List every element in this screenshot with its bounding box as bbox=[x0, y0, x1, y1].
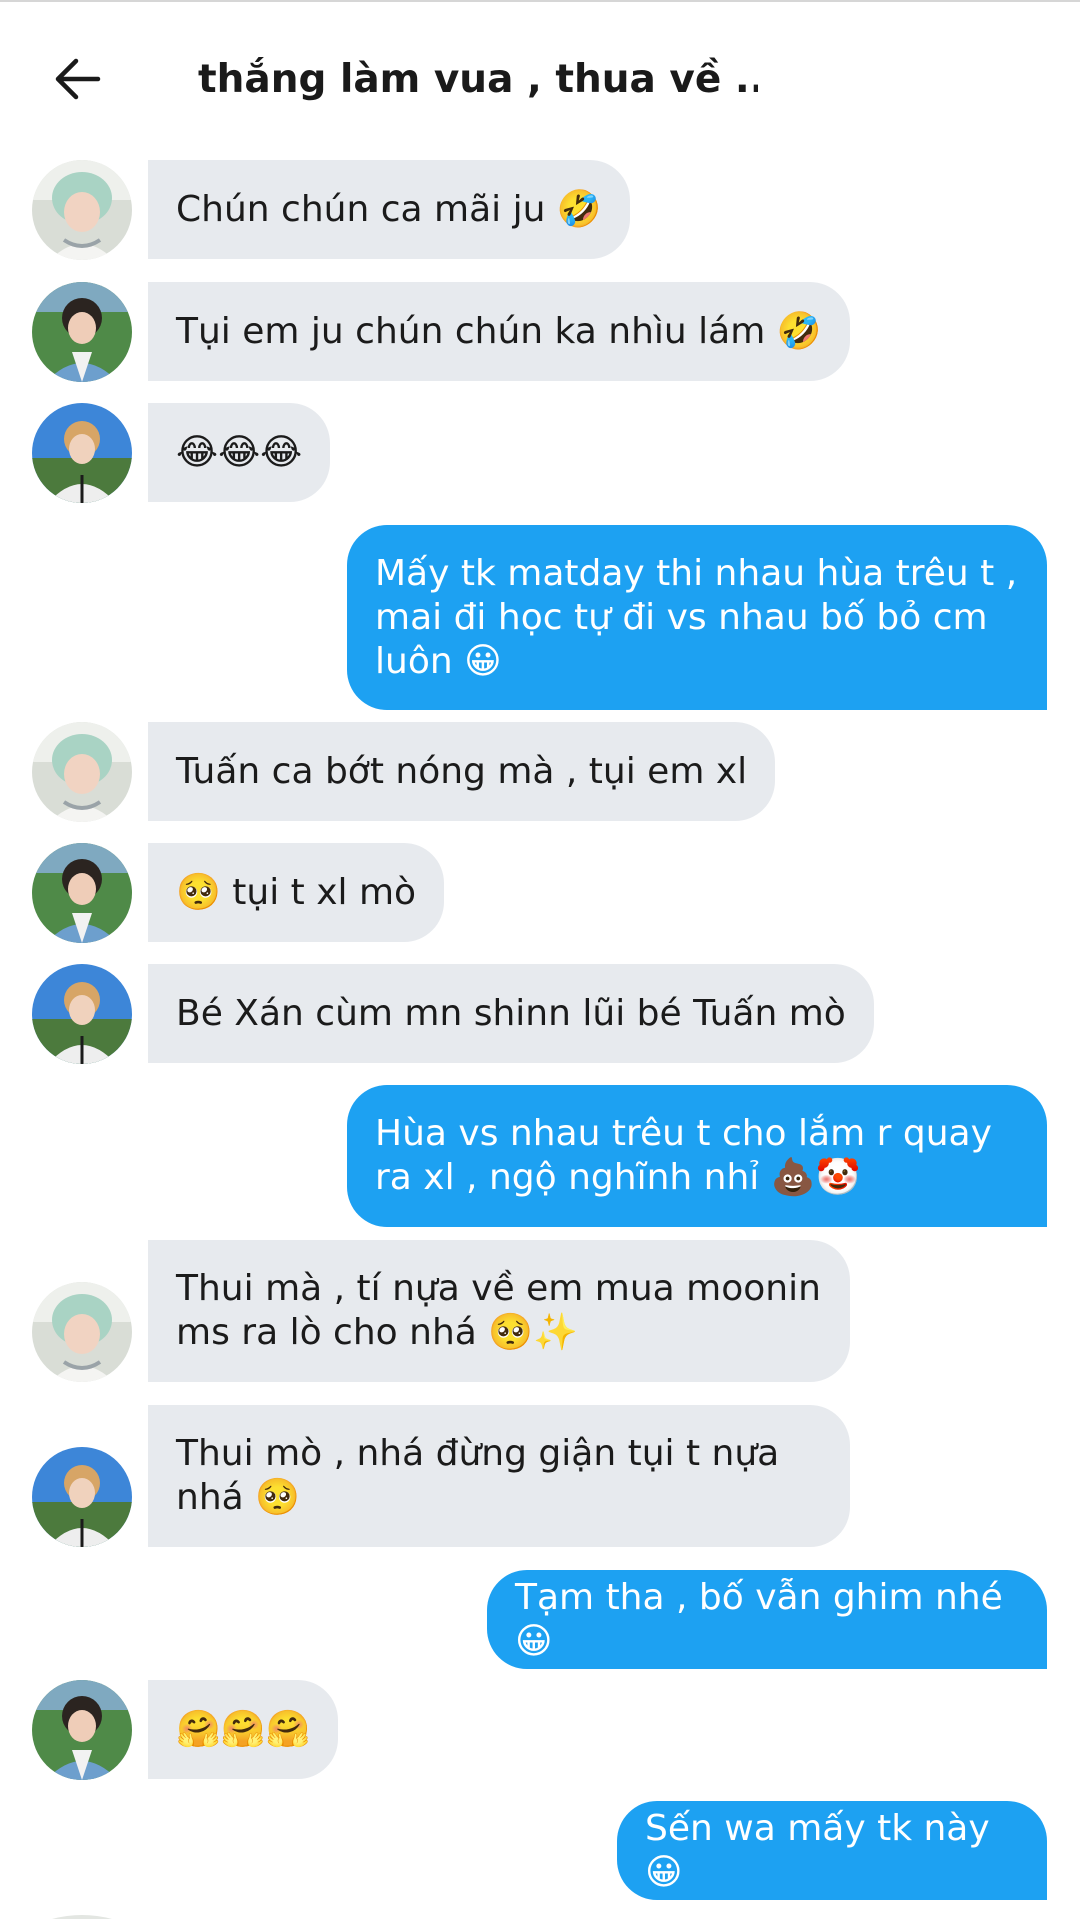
message-list[interactable]: Chún chún ca mãi ju 🤣 Tụi em ju chún chú… bbox=[0, 0, 1080, 1919]
message-bubble[interactable]: Tụi em ju chún chún ka nhìu lám 🤣 bbox=[148, 282, 850, 381]
message-bubble[interactable]: Tuấn ca bớt nóng mà , tụi em xl bbox=[148, 722, 776, 821]
message-text: Thui mò , nhá đừng giận tụi t nựa nhá 🥺 bbox=[176, 1433, 780, 1518]
message-text: Bé Xán cùm mn shinn lũi bé Tuấn mò bbox=[176, 992, 846, 1034]
avatar-denim-jacket-image bbox=[32, 282, 132, 382]
message-bubble-outgoing[interactable]: Tạm tha , bố vẫn ghim nhé 😀 bbox=[487, 1570, 1047, 1669]
message-text: 🥺 tụi t xl mò bbox=[176, 871, 417, 913]
message-text: Thui mà , tí nựa về em mua moonin ms ra … bbox=[176, 1268, 821, 1353]
avatar[interactable] bbox=[32, 282, 132, 382]
message-bubble[interactable]: Bé Xán cùm mn shinn lũi bé Tuấn mò bbox=[148, 964, 874, 1063]
avatar-blue-sky-image bbox=[32, 403, 132, 503]
avatar[interactable] bbox=[32, 403, 132, 503]
message-text: Chún chún ca mãi ju 🤣 bbox=[176, 188, 602, 230]
avatar-partial-image bbox=[52, 1915, 112, 1919]
message-bubble[interactable]: Thui mà , tí nựa về em mua moonin ms ra … bbox=[148, 1240, 850, 1382]
avatar[interactable] bbox=[32, 1680, 132, 1780]
message-text: Hùa vs nhau trêu t cho lắm r quay ra xl … bbox=[375, 1113, 992, 1198]
message-bubble[interactable]: 🤗🤗🤗 bbox=[148, 1680, 339, 1779]
avatar-blue-sky-image bbox=[32, 1447, 132, 1547]
message-bubble-outgoing[interactable]: Mấy tk matday thi nhau hùa trêu t , mai … bbox=[347, 525, 1047, 710]
avatar[interactable] bbox=[32, 1447, 132, 1547]
message-bubble[interactable]: Chún chún ca mãi ju 🤣 bbox=[148, 160, 630, 259]
avatar-mint-hair-image bbox=[32, 722, 132, 822]
message-text: 😂😂😂 bbox=[176, 431, 303, 473]
message-bubble[interactable]: 😂😂😂 bbox=[148, 403, 331, 502]
avatar[interactable] bbox=[32, 1904, 132, 1919]
message-bubble-outgoing[interactable]: Hùa vs nhau trêu t cho lắm r quay ra xl … bbox=[347, 1085, 1047, 1227]
avatar-denim-jacket-image bbox=[32, 1680, 132, 1780]
avatar[interactable] bbox=[32, 722, 132, 822]
avatar[interactable] bbox=[32, 160, 132, 260]
avatar[interactable] bbox=[32, 1282, 132, 1382]
message-bubble-outgoing[interactable]: Sến wa mấy tk này 😀 bbox=[617, 1801, 1047, 1900]
message-text: Tuấn ca bớt nóng mà , tụi em xl bbox=[176, 750, 748, 792]
message-text: Sến wa mấy tk này 😀 bbox=[645, 1807, 990, 1893]
message-text: Mấy tk matday thi nhau hùa trêu t , mai … bbox=[375, 552, 1018, 682]
avatar-mint-hair-image bbox=[32, 1282, 132, 1382]
message-bubble[interactable]: Thui mò , nhá đừng giận tụi t nựa nhá 🥺 bbox=[148, 1405, 850, 1547]
avatar-denim-jacket-image bbox=[32, 843, 132, 943]
message-text: Tụi em ju chún chún ka nhìu lám 🤣 bbox=[176, 310, 822, 352]
avatar-blue-sky-image bbox=[32, 964, 132, 1064]
message-bubble[interactable]: 🥺 tụi t xl mò bbox=[148, 843, 445, 942]
message-text: 🤗🤗🤗 bbox=[176, 1708, 311, 1750]
message-text: Tạm tha , bố vẫn ghim nhé 😀 bbox=[515, 1576, 1003, 1662]
avatar[interactable] bbox=[32, 843, 132, 943]
avatar[interactable] bbox=[32, 964, 132, 1064]
avatar-mint-hair-image bbox=[32, 160, 132, 260]
